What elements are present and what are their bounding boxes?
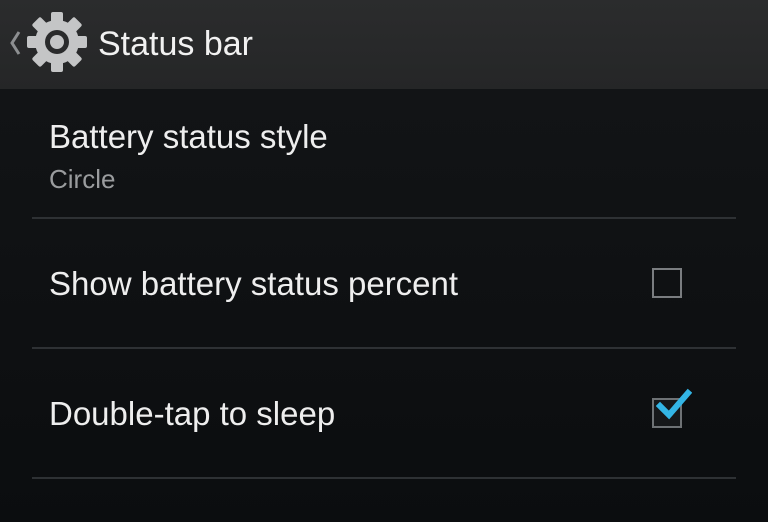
battery-percent-checkbox[interactable]	[652, 268, 682, 298]
double-tap-sleep-checkbox[interactable]	[652, 388, 692, 428]
pref-title: Show battery status percent	[49, 265, 459, 302]
pref-battery-status-style[interactable]: Battery status style Circle	[32, 89, 736, 219]
action-bar: Status bar	[0, 0, 768, 89]
pref-title: Battery status style	[49, 118, 328, 155]
chevron-left-icon	[10, 31, 21, 55]
pref-title: Double-tap to sleep	[49, 395, 336, 432]
pref-show-battery-percent[interactable]: Show battery status percent	[32, 219, 736, 349]
page-title: Status bar	[98, 25, 253, 63]
pref-summary: Circle	[49, 164, 116, 194]
gear-icon	[27, 12, 87, 72]
preferences-list: Battery status style Circle Show battery…	[0, 89, 768, 522]
up-navigation-button[interactable]	[0, 0, 94, 89]
checkmark-icon	[656, 388, 692, 420]
pref-double-tap-to-sleep[interactable]: Double-tap to sleep	[32, 349, 736, 479]
